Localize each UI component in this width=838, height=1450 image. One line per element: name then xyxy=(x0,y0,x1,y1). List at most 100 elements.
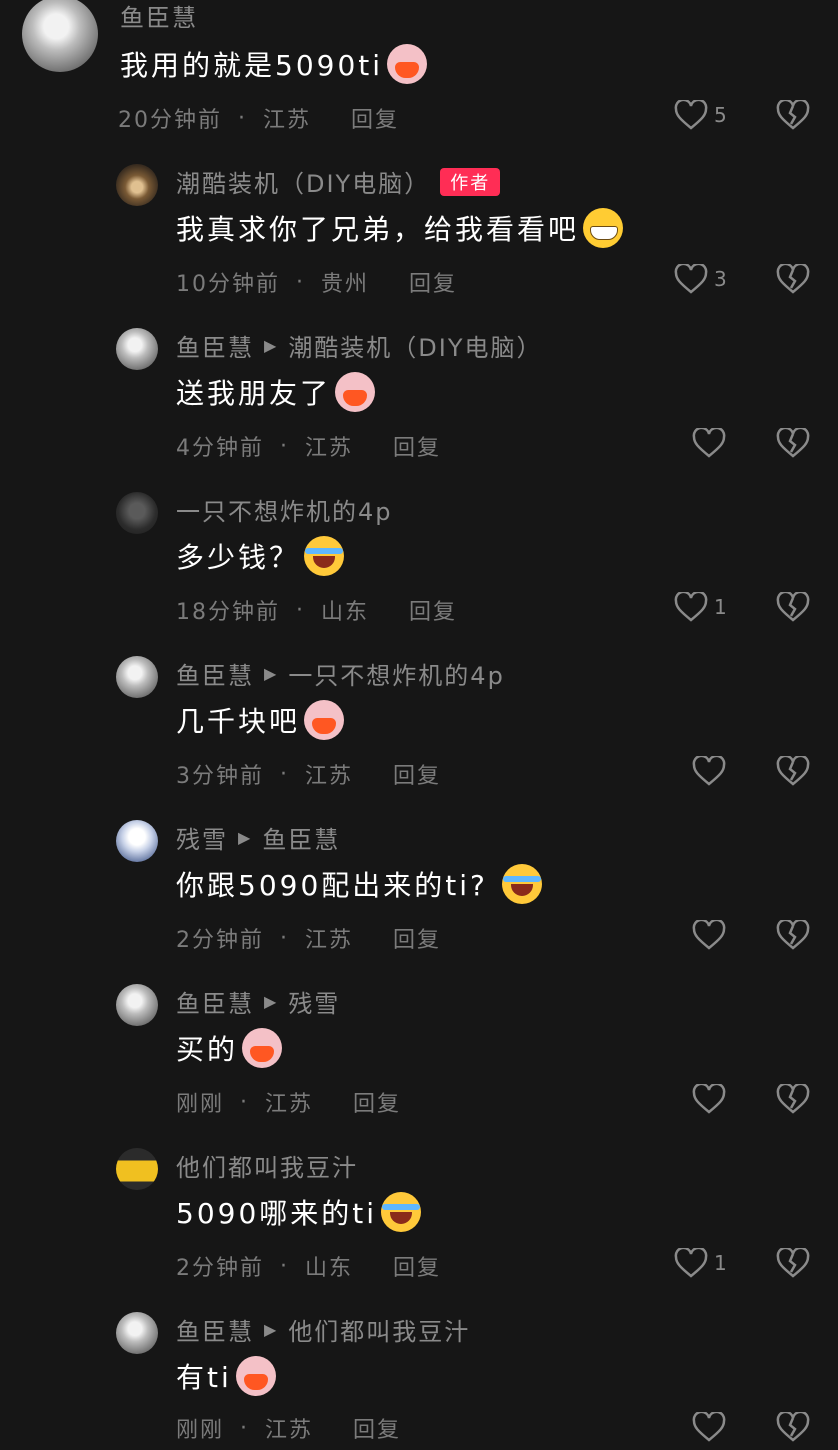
username-text[interactable]: 鱼臣慧 xyxy=(120,0,198,33)
username[interactable]: 鱼臣慧 xyxy=(120,0,198,33)
username[interactable]: 潮酷装机（DIY电脑） 作者 xyxy=(176,164,501,199)
like-button[interactable]: 1 xyxy=(674,592,727,622)
reply-button[interactable]: 回复 xyxy=(393,430,441,462)
comment-meta: 3分钟前 · 江苏 回复 xyxy=(176,758,441,790)
like-button[interactable] xyxy=(692,920,726,950)
like-button[interactable] xyxy=(692,1084,726,1114)
comment-meta: 4分钟前 · 江苏 回复 xyxy=(176,430,441,462)
username-text[interactable]: 潮酷装机（DIY电脑） xyxy=(176,164,430,199)
avatar[interactable] xyxy=(22,0,98,72)
heart-icon xyxy=(674,1248,708,1278)
timestamp: 刚刚 xyxy=(176,1092,225,1117)
reply-button[interactable]: 回复 xyxy=(353,1412,401,1444)
separator: · xyxy=(238,105,247,131)
comment-item: 残雪 ▶ 鱼臣慧 你跟5090配出来的ti? 2分钟前 · 江苏 回复 xyxy=(0,820,838,980)
dislike-button[interactable] xyxy=(776,100,810,130)
reply-button[interactable]: 回复 xyxy=(393,758,441,790)
username-text[interactable]: 鱼臣慧 xyxy=(176,984,254,1019)
username[interactable]: 一只不想炸机的4p xyxy=(176,492,393,527)
comment-body: 送我朋友了 xyxy=(176,377,332,410)
reply-button[interactable]: 回复 xyxy=(409,266,457,298)
like-button[interactable]: 3 xyxy=(674,264,727,294)
separator: · xyxy=(240,1415,250,1441)
username-text[interactable]: 一只不想炸机的4p xyxy=(176,492,393,527)
dislike-button[interactable] xyxy=(776,756,810,786)
separator: · xyxy=(240,1089,250,1115)
reply-button[interactable]: 回复 xyxy=(393,1250,441,1282)
avatar[interactable] xyxy=(116,1312,158,1354)
reply-to-user[interactable]: 他们都叫我豆汁 xyxy=(288,1312,470,1347)
comment-body: 我真求你了兄弟，给我看看吧 xyxy=(176,213,580,246)
like-button[interactable] xyxy=(692,756,726,786)
pig-icon xyxy=(387,44,428,84)
comment-thread: 鱼臣慧 我用的就是5090ti 20分钟前 · 江苏 回复 5 潮酷装机（DIY… xyxy=(0,0,838,1450)
like-count: 3 xyxy=(714,267,727,291)
username[interactable]: 鱼臣慧 ▶ 他们都叫我豆汁 xyxy=(176,1312,470,1347)
reply-arrow-icon: ▶ xyxy=(264,1320,279,1339)
timestamp: 4分钟前 xyxy=(176,436,264,461)
comment-item: 潮酷装机（DIY电脑） 作者 我真求你了兄弟，给我看看吧 10分钟前 · 贵州 … xyxy=(0,164,838,324)
username[interactable]: 残雪 ▶ 鱼臣慧 xyxy=(176,820,340,855)
reply-to-user[interactable]: 一只不想炸机的4p xyxy=(288,656,505,691)
avatar[interactable] xyxy=(116,984,158,1026)
separator: · xyxy=(280,761,289,787)
dislike-button[interactable] xyxy=(776,1248,810,1278)
pig-icon xyxy=(242,1028,283,1068)
reply-button[interactable]: 回复 xyxy=(353,1086,401,1118)
timestamp: 2分钟前 xyxy=(176,1256,264,1281)
comment-item: 鱼臣慧 ▶ 潮酷装机（DIY电脑） 送我朋友了 4分钟前 · 江苏 回复 xyxy=(0,328,838,488)
like-button[interactable]: 1 xyxy=(674,1248,727,1278)
broken-heart-icon xyxy=(776,1412,810,1442)
comment-item: 鱼臣慧 ▶ 他们都叫我豆汁 有ti 刚刚 · 江苏 回复 xyxy=(0,1312,838,1450)
dislike-button[interactable] xyxy=(776,920,810,950)
username-text[interactable]: 他们都叫我豆汁 xyxy=(176,1148,358,1183)
comment-text: 5090哪来的ti xyxy=(176,1192,422,1232)
reply-to-user[interactable]: 残雪 xyxy=(288,984,340,1019)
username-text[interactable]: 鱼臣慧 xyxy=(176,328,254,363)
reply-button[interactable]: 回复 xyxy=(393,922,441,954)
comment-item: 鱼臣慧 ▶ 残雪 买的 刚刚 · 江苏 回复 xyxy=(0,984,838,1144)
comment-body: 多少钱？ xyxy=(176,541,301,574)
timestamp: 3分钟前 xyxy=(176,764,264,789)
avatar[interactable] xyxy=(116,164,158,206)
username[interactable]: 鱼臣慧 ▶ 一只不想炸机的4p xyxy=(176,656,505,691)
comment-text: 我真求你了兄弟，给我看看吧 xyxy=(176,208,624,248)
comment-body: 你跟5090配出来的ti? xyxy=(176,869,488,902)
separator: · xyxy=(280,1253,289,1279)
grin-icon xyxy=(583,208,624,248)
heart-icon xyxy=(674,264,708,294)
username-text[interactable]: 鱼臣慧 xyxy=(176,656,254,691)
reply-button[interactable]: 回复 xyxy=(351,102,399,134)
reply-arrow-icon: ▶ xyxy=(264,664,279,683)
avatar[interactable] xyxy=(116,656,158,698)
reply-button[interactable]: 回复 xyxy=(409,594,457,626)
like-button[interactable] xyxy=(692,428,726,458)
like-button[interactable] xyxy=(692,1412,726,1442)
timestamp: 刚刚 xyxy=(176,1418,225,1443)
location: 江苏 xyxy=(305,928,354,953)
like-count: 1 xyxy=(714,1251,727,1275)
location: 江苏 xyxy=(265,1092,314,1117)
comment-meta: 2分钟前 · 山东 回复 xyxy=(176,1250,441,1282)
reply-to-user[interactable]: 潮酷装机（DIY电脑） xyxy=(288,328,542,363)
username-text[interactable]: 残雪 xyxy=(176,820,228,855)
like-button[interactable]: 5 xyxy=(674,100,727,130)
dislike-button[interactable] xyxy=(776,1412,810,1442)
broken-heart-icon xyxy=(776,264,810,294)
dislike-button[interactable] xyxy=(776,428,810,458)
dislike-button[interactable] xyxy=(776,264,810,294)
avatar[interactable] xyxy=(116,328,158,370)
avatar[interactable] xyxy=(116,1148,158,1190)
avatar[interactable] xyxy=(116,492,158,534)
username[interactable]: 他们都叫我豆汁 xyxy=(176,1148,358,1183)
username-text[interactable]: 鱼臣慧 xyxy=(176,1312,254,1347)
avatar[interactable] xyxy=(116,820,158,862)
dislike-button[interactable] xyxy=(776,1084,810,1114)
reply-to-user[interactable]: 鱼臣慧 xyxy=(262,820,340,855)
dislike-button[interactable] xyxy=(776,592,810,622)
heart-icon xyxy=(674,100,708,130)
broken-heart-icon xyxy=(776,1084,810,1114)
username[interactable]: 鱼臣慧 ▶ 潮酷装机（DIY电脑） xyxy=(176,328,543,363)
reply-arrow-icon: ▶ xyxy=(238,828,253,847)
username[interactable]: 鱼臣慧 ▶ 残雪 xyxy=(176,984,340,1019)
